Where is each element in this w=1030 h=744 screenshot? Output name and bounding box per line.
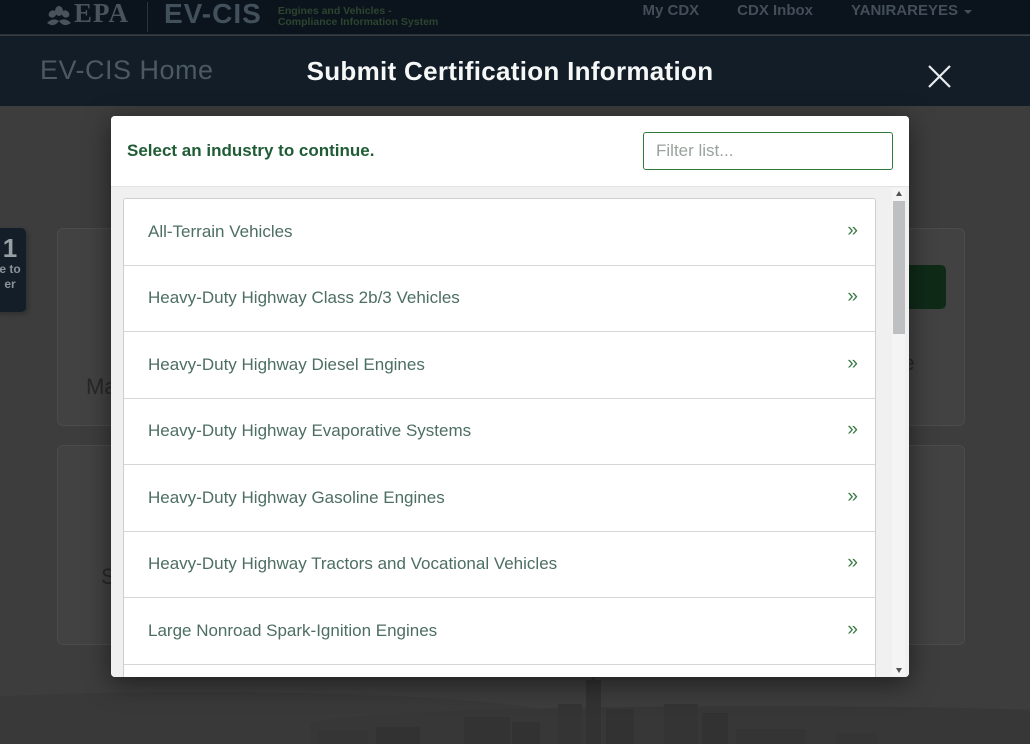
industry-label: Large Nonroad Spark-Ignition Engines	[148, 620, 438, 640]
subtitle-line2: Compliance Information System	[277, 15, 439, 28]
scroll-up-arrow-icon[interactable]	[892, 188, 905, 199]
chevron-right-icon: »	[847, 286, 858, 308]
epa-wordmark: EPA	[74, 0, 129, 28]
modal-title: Submit Certification Information	[306, 55, 714, 86]
industry-list-item[interactable]: Large Nonroad Spark-Ignition Engines »	[124, 598, 875, 665]
evcis-page: EPA EV-CIS Engines and Vehicles - Compli…	[0, 0, 1030, 744]
modal-titlebar: Submit Certification Information	[111, 36, 909, 106]
chevron-right-icon: »	[847, 419, 858, 441]
scrollbar[interactable]	[892, 188, 905, 676]
building-shape	[606, 709, 634, 744]
evcis-subtitle: Engines and Vehicles - Compliance Inform…	[277, 4, 439, 28]
building-shape	[376, 727, 420, 744]
industry-label: Heavy-Duty Highway Class 2b/3 Vehicles	[148, 288, 460, 308]
chevron-right-icon: »	[847, 219, 858, 241]
close-icon[interactable]	[925, 62, 954, 91]
chevron-right-icon: »	[847, 618, 858, 640]
nav-user-name: YANIRAREYES	[851, 2, 958, 19]
submit-certification-dialog: Select an industry to continue. All-Terr…	[111, 116, 909, 677]
industry-list-item[interactable]: Heavy-Duty Highway Tractors and Vocation…	[124, 531, 875, 598]
brand-area: EPA EV-CIS Engines and Vehicles - Compli…	[46, 0, 438, 33]
industry-label: Heavy-Duty Highway Gasoline Engines	[148, 487, 445, 507]
chevron-right-icon: »	[847, 552, 858, 574]
brand-divider	[147, 1, 148, 32]
badge-number: 1	[2, 233, 18, 263]
dialog-heading: Select an industry to continue.	[127, 141, 375, 160]
industry-label: Heavy-Duty Highway Evaporative Systems	[148, 421, 472, 441]
building-shape	[586, 668, 601, 744]
badge-text-line2: er	[4, 277, 16, 291]
nav-user-menu: YANIRAREYES	[851, 2, 972, 19]
building-shape	[464, 717, 510, 744]
filter-list-input[interactable]	[643, 132, 893, 170]
building-shape	[664, 704, 698, 744]
scrollbar-thumb[interactable]	[892, 201, 905, 334]
side-step-badge: 1 e to er	[0, 228, 26, 312]
building-shape	[836, 733, 878, 744]
dialog-body: All-Terrain Vehicles » Heavy-Duty Highwa…	[111, 187, 909, 677]
topbar: EPA EV-CIS Engines and Vehicles - Compli…	[0, 0, 1030, 35]
building-shape	[702, 713, 728, 744]
industry-list-item-partial[interactable]	[124, 664, 875, 677]
industry-list: All-Terrain Vehicles » Heavy-Duty Highwa…	[123, 198, 876, 677]
building-shape	[736, 729, 806, 744]
building-shape	[558, 704, 582, 744]
nav-my-cdx: My CDX	[642, 2, 700, 19]
industry-list-item[interactable]: Heavy-Duty Highway Evaporative Systems »	[124, 398, 875, 465]
evcis-wordmark: EV-CIS	[164, 0, 262, 29]
nav-cdx-inbox: CDX Inbox	[737, 2, 814, 19]
industry-label: Heavy-Duty Highway Diesel Engines	[148, 354, 425, 374]
industry-label: Heavy-Duty Highway Tractors and Vocation…	[148, 554, 558, 574]
industry-label: All-Terrain Vehicles	[148, 221, 293, 241]
epa-flower-icon	[47, 6, 71, 26]
caret-down-icon	[964, 9, 972, 14]
epa-logo: EPA	[46, 0, 129, 33]
building-shape	[512, 722, 540, 744]
building-shape	[318, 731, 368, 744]
industry-list-item[interactable]: Heavy-Duty Highway Class 2b/3 Vehicles »	[124, 265, 875, 332]
industry-list-item[interactable]: Heavy-Duty Highway Diesel Engines »	[124, 332, 875, 399]
chevron-right-icon: »	[847, 352, 858, 374]
badge-text-line1: e to	[0, 262, 21, 276]
industry-list-item[interactable]: Heavy-Duty Highway Gasoline Engines »	[124, 465, 875, 532]
scroll-down-arrow-icon[interactable]	[892, 665, 905, 676]
subtitle-line1: Engines and Vehicles -	[277, 4, 392, 17]
dialog-header: Select an industry to continue.	[111, 116, 909, 187]
chevron-right-icon: »	[847, 485, 858, 507]
top-navigation: My CDX CDX Inbox YANIRAREYES	[642, 2, 972, 19]
industry-list-item[interactable]: All-Terrain Vehicles »	[124, 199, 875, 266]
